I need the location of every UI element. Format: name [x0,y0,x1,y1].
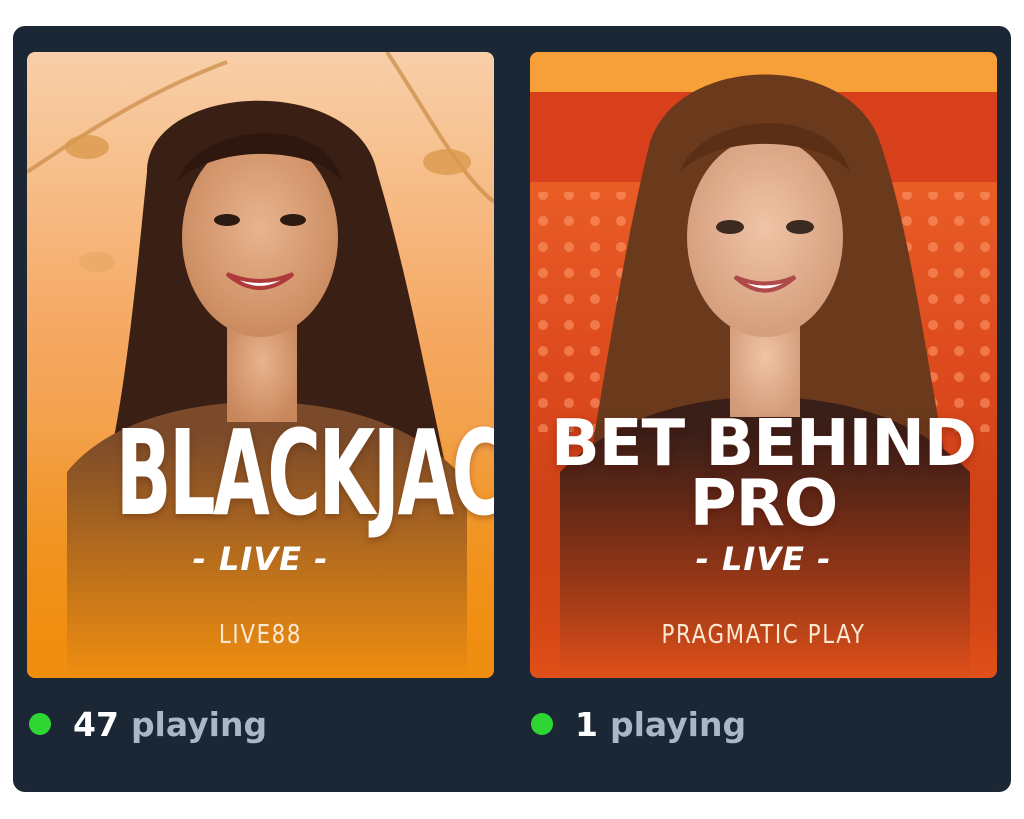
game-subtitle: - LIVE - [695,540,832,578]
game-thumbnail-blackjack [27,52,494,678]
game-title: BET BEHIND PRO [530,407,997,541]
player-count-blackjack: 47 playing [29,699,267,749]
live-games-panel: BLACKJACK - LIVE - LIVE88 [13,26,1011,792]
game-title-line-1: BET BEHIND [551,407,977,481]
game-thumbnail-bet-behind-pro [530,52,997,678]
players-label: playing [130,704,268,744]
game-card-bet-behind-pro[interactable]: BET BEHIND PRO - LIVE - PRAGMATIC PLAY [530,52,997,678]
online-dot-icon [29,713,51,735]
players-count: 1 [575,704,598,744]
game-provider: PRAGMATIC PLAY [661,620,866,650]
players-count: 47 [73,704,119,744]
game-provider: LIVE88 [218,620,303,650]
game-title: BLACKJACK [115,404,494,542]
players-label: playing [609,704,747,744]
game-title-line-2: PRO [689,467,839,541]
player-count-bet-behind-pro: 1 playing [531,699,746,749]
game-card-blackjack[interactable]: BLACKJACK - LIVE - LIVE88 [27,52,494,678]
game-subtitle: - LIVE - [192,540,329,578]
online-dot-icon [531,713,553,735]
